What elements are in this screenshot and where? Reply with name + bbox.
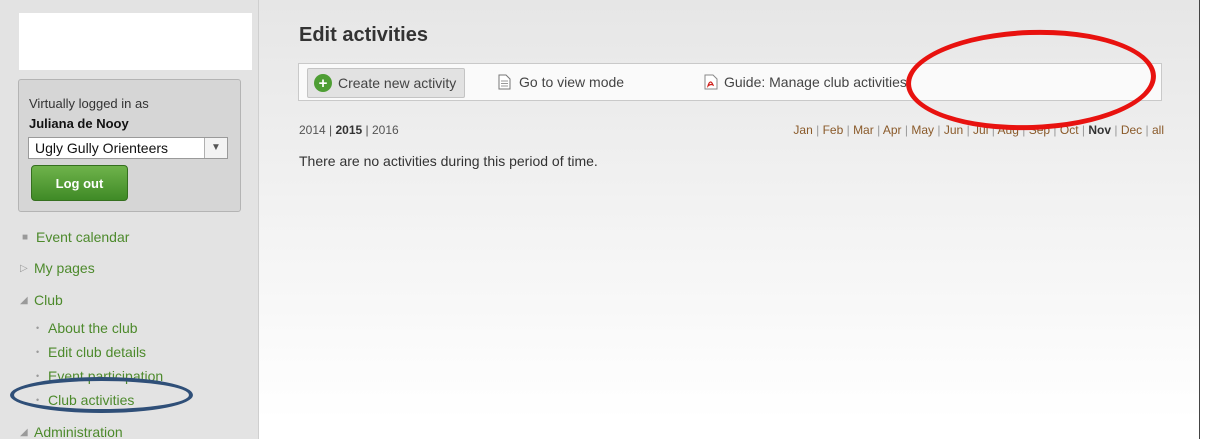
club-select[interactable]: Ugly Gully Orienteers ▼	[28, 137, 228, 159]
nav-label: Event calendar	[36, 229, 130, 245]
year-link[interactable]: 2016	[372, 123, 399, 137]
month-link[interactable]: Dec	[1121, 123, 1142, 137]
guide-label: Guide: Manage club activities	[724, 74, 907, 90]
page-title: Edit activities	[299, 24, 428, 46]
nav-item-event-calendar[interactable]: ■ Event calendar	[22, 229, 129, 245]
main-content: Edit activities + Create new activity Go…	[259, 0, 1199, 439]
nav-item-club[interactable]: ◢ Club	[20, 292, 63, 308]
login-caption: Virtually logged in as	[29, 96, 149, 111]
year-link-selected[interactable]: 2015	[336, 123, 363, 137]
view-mode-label: Go to view mode	[519, 74, 625, 90]
nav-label: About the club	[48, 320, 138, 336]
pdf-icon	[704, 74, 718, 90]
bullet-icon: •	[36, 371, 40, 381]
create-activity-label: Create new activity	[338, 75, 457, 91]
month-link[interactable]: Feb	[823, 123, 844, 137]
plus-circle-icon: +	[314, 74, 332, 92]
month-link[interactable]: Jun	[944, 123, 963, 137]
highlight-circle-red	[904, 25, 1158, 135]
window-edge	[1199, 0, 1205, 439]
document-icon	[498, 74, 511, 90]
bullet-icon: ■	[22, 231, 29, 243]
month-link[interactable]: May	[911, 123, 934, 137]
highlight-circle-blue	[10, 377, 193, 413]
nav-item-my-pages[interactable]: ▷ My pages	[20, 260, 95, 276]
nav-item-about-club[interactable]: • About the club	[36, 320, 138, 336]
empty-state-message: There are no activities during this peri…	[299, 153, 598, 169]
view-mode-button[interactable]: Go to view mode	[498, 64, 624, 100]
nav-item-edit-club-details[interactable]: • Edit club details	[36, 344, 146, 360]
logout-button[interactable]: Log out	[31, 165, 128, 201]
month-link-selected[interactable]: Nov	[1088, 123, 1111, 137]
year-link[interactable]: 2014	[299, 123, 326, 137]
nav-label: My pages	[34, 260, 95, 276]
sidebar: Virtually logged in as Juliana de Nooy U…	[0, 0, 259, 440]
collapse-arrow-icon: ◢	[20, 294, 28, 306]
club-select-value: Ugly Gully Orienteers	[35, 140, 169, 156]
login-panel: Virtually logged in as Juliana de Nooy U…	[18, 79, 241, 212]
nav-item-administration[interactable]: ◢ Administration	[20, 424, 123, 440]
month-link-all[interactable]: all	[1152, 123, 1164, 137]
nav-label: Administration	[34, 424, 123, 440]
bullet-icon: •	[36, 347, 40, 357]
nav-label: Edit club details	[48, 344, 147, 360]
month-link[interactable]: Apr	[883, 123, 902, 137]
logo-area	[19, 13, 252, 70]
guide-link[interactable]: Guide: Manage club activities	[704, 64, 907, 100]
bullet-icon: •	[36, 323, 40, 333]
month-link[interactable]: Mar	[853, 123, 874, 137]
month-link[interactable]: Jan	[793, 123, 812, 137]
expand-arrow-icon: ▷	[20, 262, 28, 274]
collapse-arrow-icon: ◢	[20, 426, 28, 438]
nav-label: Club	[34, 292, 63, 308]
logged-in-user: Juliana de Nooy	[29, 116, 129, 131]
create-activity-button[interactable]: + Create new activity	[307, 68, 466, 98]
year-filter: 2014 | 2015 | 2016	[299, 123, 399, 137]
chevron-down-icon[interactable]: ▼	[204, 138, 227, 158]
